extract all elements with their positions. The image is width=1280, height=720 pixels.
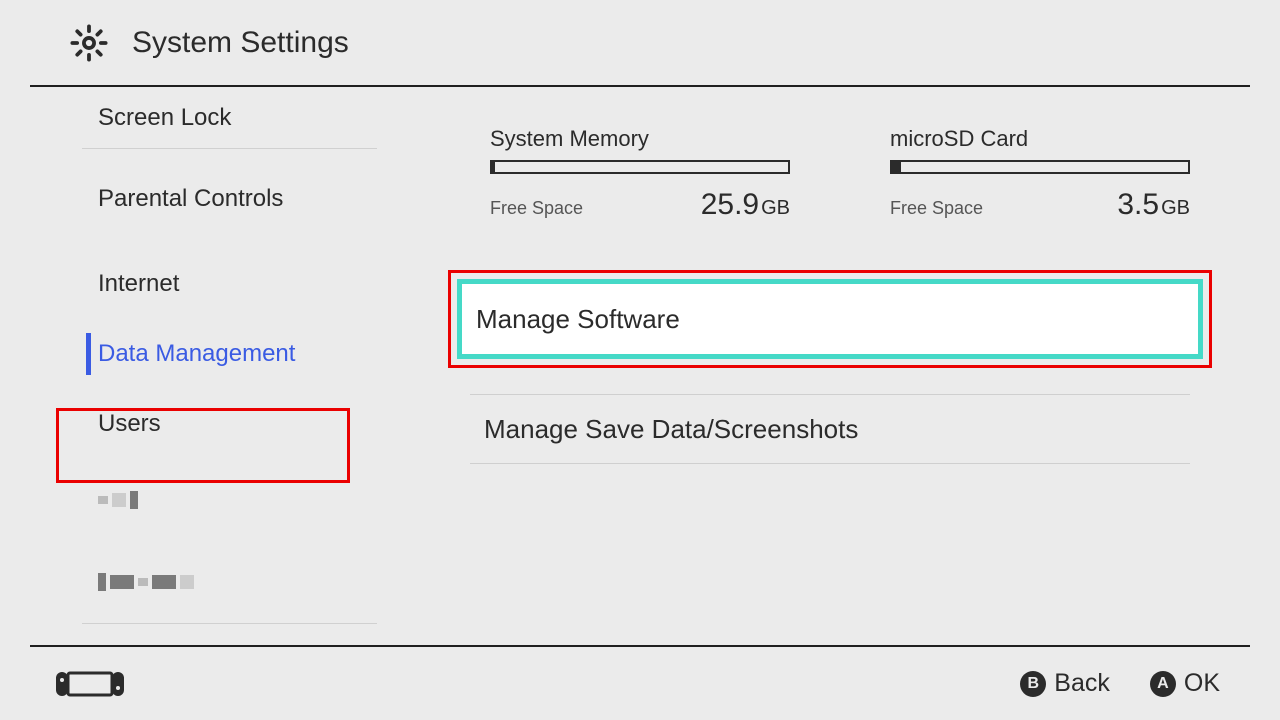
sidebar-item-obscured[interactable] xyxy=(0,459,410,541)
sidebar-item-label: Internet xyxy=(98,270,179,298)
controller-icon xyxy=(54,668,126,700)
free-space-unit: GB xyxy=(1161,197,1190,219)
divider xyxy=(470,463,1190,464)
storage-microsd: microSD Card Free Space 3.5GB xyxy=(890,126,1190,222)
sidebar-item-internet[interactable]: Internet xyxy=(0,249,410,319)
sidebar-item-users[interactable]: Users xyxy=(0,389,410,459)
footer-buttons: B Back A OK xyxy=(1020,669,1220,698)
storage-title: microSD Card xyxy=(890,126,1190,152)
free-space-unit: GB xyxy=(761,197,790,219)
annotation-highlight-box: Manage Software xyxy=(448,270,1212,368)
a-button-icon: A xyxy=(1150,671,1176,697)
gear-icon xyxy=(70,24,108,62)
sidebar-item-label: Users xyxy=(98,410,161,438)
storage-meter-fill xyxy=(892,162,901,172)
ok-label: OK xyxy=(1184,669,1220,698)
back-label: Back xyxy=(1054,669,1110,698)
sidebar-item-parental-controls[interactable]: Parental Controls xyxy=(0,149,410,249)
storage-title: System Memory xyxy=(490,126,790,152)
storage-meter-fill xyxy=(492,162,495,172)
sidebar-item-data-management[interactable]: Data Management xyxy=(0,319,410,389)
footer: B Back A OK xyxy=(30,645,1250,720)
free-space-value: 25.9 xyxy=(701,188,759,221)
back-button[interactable]: B Back xyxy=(1020,669,1110,698)
free-space-value: 3.5 xyxy=(1117,188,1159,221)
sidebar-item-label: Parental Controls xyxy=(98,185,283,213)
free-space-label: Free Space xyxy=(490,198,583,219)
sidebar-item-screen-lock[interactable]: Screen Lock xyxy=(0,88,410,148)
storage-meter xyxy=(490,160,790,174)
main-panel: System Memory Free Space 25.9GB microSD … xyxy=(410,88,1250,642)
menu-item-label: Manage Software xyxy=(476,304,680,335)
menu-item-manage-software[interactable]: Manage Software xyxy=(457,279,1203,359)
sidebar: Screen Lock Parental Controls Internet D… xyxy=(0,88,410,642)
page-title: System Settings xyxy=(132,26,349,60)
sidebar-item-label: Screen Lock xyxy=(98,104,231,132)
menu-item-manage-save-data[interactable]: Manage Save Data/Screenshots xyxy=(410,395,1250,463)
sidebar-item-obscured[interactable] xyxy=(0,541,410,623)
ok-button[interactable]: A OK xyxy=(1150,669,1220,698)
storage-system-memory: System Memory Free Space 25.9GB xyxy=(490,126,790,222)
divider xyxy=(82,623,377,624)
menu-item-label: Manage Save Data/Screenshots xyxy=(484,414,858,445)
storage-meter xyxy=(890,160,1190,174)
b-button-icon: B xyxy=(1020,671,1046,697)
header: System Settings xyxy=(30,0,1250,87)
storage-row: System Memory Free Space 25.9GB microSD … xyxy=(410,88,1250,222)
sidebar-item-label: Data Management xyxy=(98,340,295,368)
free-space-label: Free Space xyxy=(890,198,983,219)
